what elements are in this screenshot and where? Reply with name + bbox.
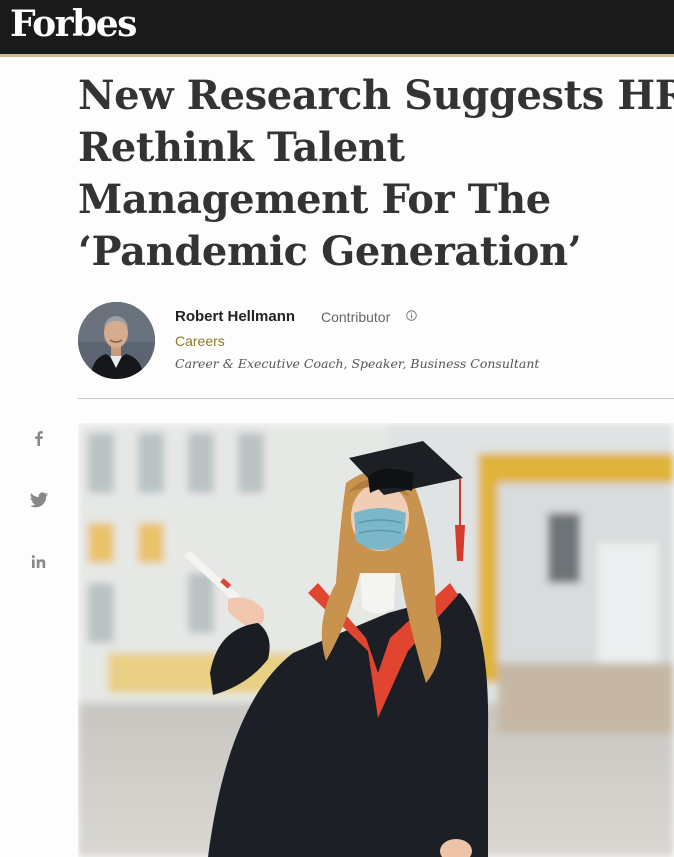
- author-bio: Career & Executive Coach, Speaker, Busin…: [175, 356, 540, 371]
- linkedin-share-button[interactable]: [29, 552, 49, 572]
- byline-divider: [78, 398, 674, 399]
- headline-line: Management For The: [78, 176, 551, 223]
- headline-line: ‘Pandemic Generation’: [78, 228, 582, 275]
- hero-image: [78, 423, 674, 857]
- section-link-careers[interactable]: Careers: [175, 333, 225, 349]
- author-role: Contributor: [321, 309, 391, 325]
- linkedin-icon: [31, 555, 46, 568]
- twitter-icon: [29, 492, 49, 508]
- author-photo: [78, 302, 155, 379]
- headline-line: New Research Suggests HR: [78, 72, 674, 119]
- facebook-share-button[interactable]: [29, 428, 49, 448]
- article-headline: New Research Suggests HR Rethink Talent …: [78, 70, 674, 278]
- headline-line: Rethink Talent: [78, 124, 405, 171]
- forbes-logo[interactable]: Forbes: [10, 3, 137, 45]
- facebook-icon: [35, 431, 43, 446]
- info-icon[interactable]: [406, 310, 417, 321]
- author-name-link[interactable]: Robert Hellmann: [175, 308, 295, 325]
- graduate-photo: [78, 423, 674, 857]
- site-header: Forbes: [0, 0, 674, 57]
- twitter-share-button[interactable]: [29, 490, 49, 510]
- author-avatar[interactable]: [78, 302, 155, 379]
